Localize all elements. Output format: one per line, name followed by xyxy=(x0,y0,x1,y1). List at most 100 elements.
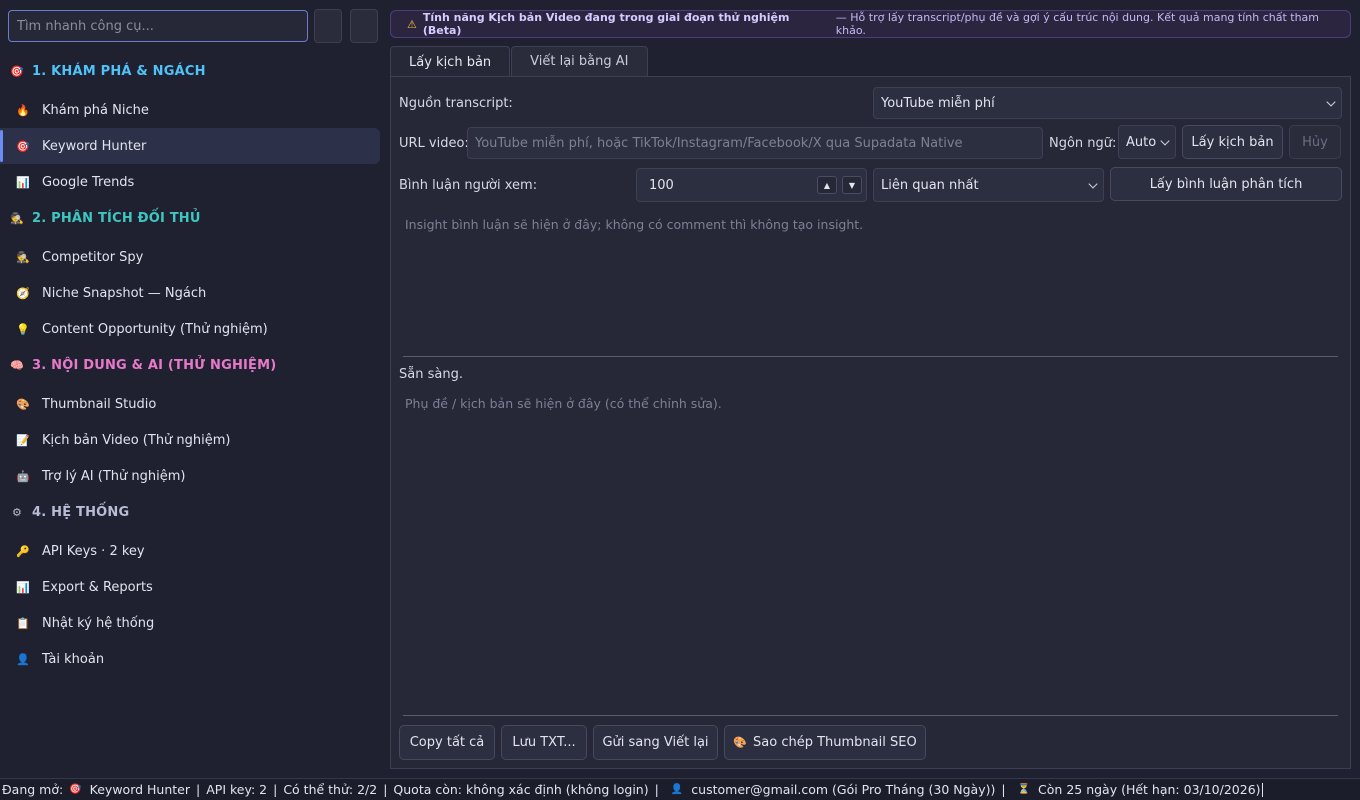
copy-all-button[interactable]: Copy tất cả xyxy=(399,725,495,760)
status-bar: Đang mở: 🎯 Keyword Hunter | API key: 2 |… xyxy=(0,778,1360,800)
cancel-button[interactable]: Hủy xyxy=(1289,125,1341,159)
tab-get-script[interactable]: Lấy kịch bản xyxy=(390,46,511,77)
sidebar-item-account[interactable]: 👤 Tài khoản xyxy=(0,641,380,677)
url-input[interactable]: YouTube miễn phí, hoặc TikTok/Instagram/… xyxy=(467,127,1043,159)
sidebar-item-content-opportunity[interactable]: 💡 Content Opportunity (Thử nghiệm) xyxy=(0,311,380,347)
section-header-system: ⚙ 4. HỆ THỐNG xyxy=(10,505,129,520)
section-header-content-ai: 🧠 3. NỘI DUNG & AI (THỬ NGHIỆM) xyxy=(10,358,276,373)
section-header-explore: 🎯 1. KHÁM PHÁ & NGÁCH xyxy=(10,64,206,79)
transcript-area[interactable]: Phụ đề / kịch bản sẽ hiện ở đây (có thể … xyxy=(405,396,722,411)
sidebar-item-keyword-hunter[interactable]: 🎯 Keyword Hunter xyxy=(0,128,380,164)
sidebar-item-ai-assistant[interactable]: 🤖 Trợ lý AI (Thử nghiệm) xyxy=(0,458,380,494)
sidebar-item-label: Nhật ký hệ thống xyxy=(42,615,155,631)
clipboard-icon: 📋 xyxy=(16,616,30,630)
bulb-icon: 💡 xyxy=(16,322,30,336)
user-icon: 👤 xyxy=(16,652,30,666)
sidebar-item-label: Export & Reports xyxy=(42,579,153,595)
sidebar-item-niche-snapshot[interactable]: 🧭 Niche Snapshot — Ngách xyxy=(0,275,380,311)
chevron-down-icon xyxy=(1088,179,1098,189)
sidebar-item-label: Content Opportunity (Thử nghiệm) xyxy=(42,321,268,337)
comments-count-spinbox[interactable]: 100 ▲ ▼ xyxy=(636,168,867,202)
sidebar-item-label: Keyword Hunter xyxy=(42,138,147,154)
warning-icon: ⚠ xyxy=(407,17,417,31)
sidebar-item-label: API Keys · 2 key xyxy=(42,543,145,559)
status-open-name: Keyword Hunter xyxy=(89,782,191,797)
compass-icon: 🧭 xyxy=(16,286,30,300)
insight-area[interactable]: Insight bình luận sẽ hiện ở đây; không c… xyxy=(405,217,863,232)
key-icon: 🔑 xyxy=(16,544,30,558)
banner-bold-text: Tính năng Kịch bản Video đang trong giai… xyxy=(422,11,790,37)
sidebar-item-label: Google Trends xyxy=(42,174,135,190)
spin-up-icon[interactable]: ▲ xyxy=(817,176,837,194)
status-user: customer@gmail.com (Gói Pro Tháng (30 Ng… xyxy=(691,782,996,797)
url-label: URL video: xyxy=(399,136,469,151)
sidebar-item-export-reports[interactable]: 📊 Export & Reports xyxy=(0,569,380,605)
section-title: 1. KHÁM PHÁ & NGÁCH xyxy=(32,64,206,79)
status-separator: | xyxy=(273,782,278,797)
status-separator: | xyxy=(383,782,388,797)
robot-icon: 🤖 xyxy=(16,469,30,483)
spin-down-icon[interactable]: ▼ xyxy=(842,176,862,194)
beta-banner: ⚠ Tính năng Kịch bản Video đang trong gi… xyxy=(390,10,1351,38)
spy-icon: 🕵 xyxy=(16,250,30,264)
spy-icon: 🕵 xyxy=(10,212,24,225)
sidebar: 🎯 1. KHÁM PHÁ & NGÁCH 🔥 Khám phá Niche 🎯… xyxy=(0,0,386,778)
section-header-competitor: 🕵 2. PHÂN TÍCH ĐỐI THỦ xyxy=(10,211,201,226)
sidebar-item-label: Thumbnail Studio xyxy=(42,396,157,412)
comments-sort-select[interactable]: Liên quan nhất xyxy=(873,168,1104,202)
sidebar-item-thumbnail-studio[interactable]: 🎨 Thumbnail Studio xyxy=(0,386,380,422)
status-separator: | xyxy=(1001,782,1006,797)
copy-thumbnail-seo-button[interactable]: 🎨 Sao chép Thumbnail SEO xyxy=(724,725,926,760)
hourglass-icon: ⏳ xyxy=(1017,784,1031,795)
script-panel: Nguồn transcript: YouTube miễn phí URL v… xyxy=(390,76,1351,769)
save-txt-button[interactable]: Lưu TXT... xyxy=(501,725,587,760)
search-action-button[interactable] xyxy=(314,9,342,43)
language-select-value: Auto xyxy=(1126,134,1157,150)
splitter-divider[interactable] xyxy=(403,356,1338,357)
get-script-button[interactable]: Lấy kịch bản xyxy=(1182,125,1283,159)
search-row xyxy=(8,9,378,43)
tab-bar: Lấy kịch bản Viết lại bằng AI xyxy=(390,46,648,77)
status-quota: Quota còn: không xác định (không login) xyxy=(393,782,649,797)
section-title: 4. HỆ THỐNG xyxy=(32,505,130,520)
source-select-value: YouTube miễn phí xyxy=(881,95,995,111)
palette-icon: 🎨 xyxy=(16,397,30,411)
status-separator: | xyxy=(654,782,659,797)
get-comments-button[interactable]: Lấy bình luận phân tích xyxy=(1110,167,1342,201)
sidebar-item-niche-explore[interactable]: 🔥 Khám phá Niche xyxy=(0,92,380,128)
search-input[interactable] xyxy=(8,10,308,42)
chart-icon: 📊 xyxy=(16,175,30,189)
source-select[interactable]: YouTube miễn phí xyxy=(873,87,1342,119)
sidebar-item-api-keys[interactable]: 🔑 API Keys · 2 key xyxy=(0,533,380,569)
text-cursor xyxy=(1261,782,1263,797)
source-label: Nguồn transcript: xyxy=(399,96,513,111)
sidebar-item-label: Competitor Spy xyxy=(42,249,144,265)
target-icon: 🎯 xyxy=(16,139,30,153)
sidebar-item-label: Trợ lý AI (Thử nghiệm) xyxy=(42,468,186,484)
sidebar-item-competitor-spy[interactable]: 🕵 Competitor Spy xyxy=(0,239,380,275)
sidebar-item-label: Khám phá Niche xyxy=(42,102,149,118)
search-clear-button[interactable] xyxy=(350,9,378,43)
user-icon: 👤 xyxy=(670,784,684,795)
target-icon: 🎯 xyxy=(69,784,82,795)
status-open-prefix: Đang mở: xyxy=(2,782,64,797)
status-separator: | xyxy=(196,782,201,797)
status-remaining: Còn 25 ngày (Hết hạn: 03/10/2026) xyxy=(1038,782,1261,797)
brain-icon: 🧠 xyxy=(10,359,24,372)
palette-icon: 🎨 xyxy=(733,736,748,749)
sidebar-item-label: Niche Snapshot — Ngách xyxy=(42,285,207,301)
comments-count-value: 100 xyxy=(649,177,674,193)
send-rewrite-button[interactable]: Gửi sang Viết lại xyxy=(593,725,718,760)
sidebar-item-label: Tài khoản xyxy=(42,651,105,667)
chevron-down-icon xyxy=(1326,97,1336,107)
section-title: 2. PHÂN TÍCH ĐỐI THỦ xyxy=(32,211,201,226)
tab-rewrite-ai[interactable]: Viết lại bằng AI xyxy=(511,46,648,76)
sidebar-item-google-trends[interactable]: 📊 Google Trends xyxy=(0,164,380,200)
target-icon: 🎯 xyxy=(10,65,24,78)
comments-label: Bình luận người xem: xyxy=(399,178,538,193)
fire-icon: 🔥 xyxy=(16,103,30,117)
sidebar-item-system-log[interactable]: 📋 Nhật ký hệ thống xyxy=(0,605,380,641)
bottom-divider xyxy=(403,715,1338,716)
sidebar-item-video-script[interactable]: 📝 Kịch bản Video (Thử nghiệm) xyxy=(0,422,380,458)
language-select[interactable]: Auto xyxy=(1118,125,1176,159)
